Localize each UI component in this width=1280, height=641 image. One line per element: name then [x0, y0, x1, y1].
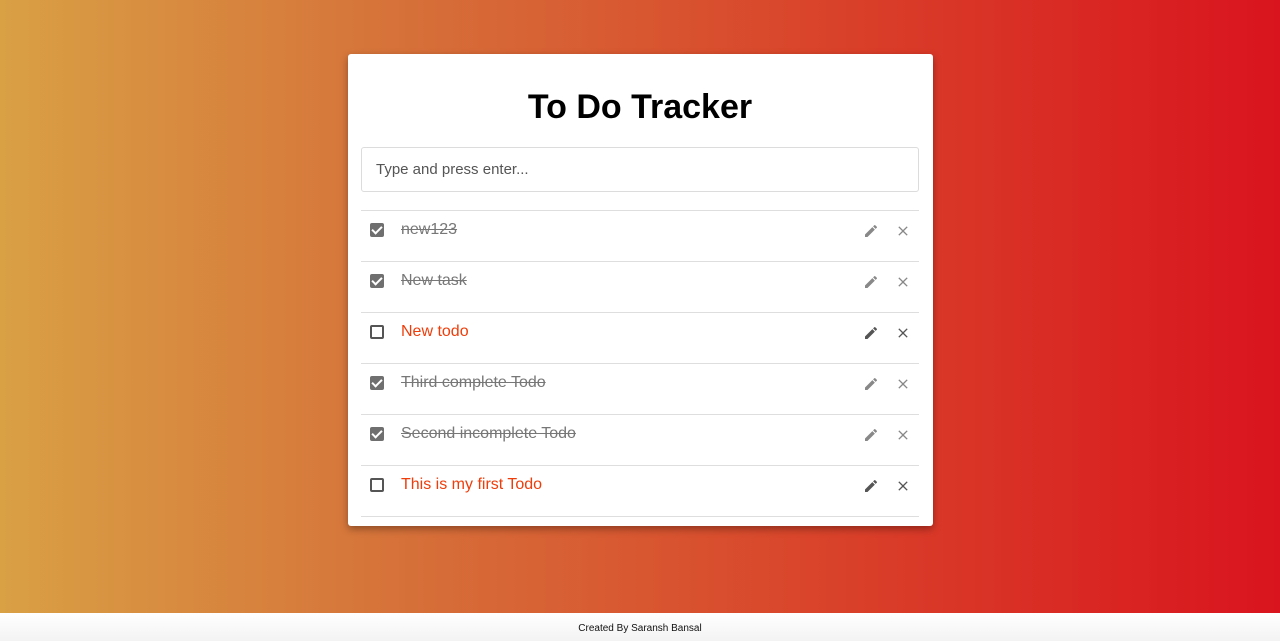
- todo-item: Second incomplete Todo: [361, 415, 919, 466]
- todo-item: New task: [361, 262, 919, 313]
- close-icon[interactable]: [895, 478, 911, 494]
- close-icon[interactable]: [895, 274, 911, 290]
- todo-item: new123: [361, 211, 919, 262]
- todo-card: To Do Tracker new123 New task New todo: [348, 54, 933, 526]
- todo-checkbox[interactable]: [370, 478, 384, 492]
- todo-list: new123 New task New todo Third complete …: [361, 210, 919, 517]
- close-icon[interactable]: [895, 427, 911, 443]
- todo-item: New todo: [361, 313, 919, 364]
- todo-item: This is my first Todo: [361, 466, 919, 517]
- pencil-icon[interactable]: [863, 376, 879, 392]
- footer-credit: Created By Saransh Bansal: [0, 613, 1280, 641]
- pencil-icon[interactable]: [863, 325, 879, 341]
- todo-text[interactable]: New task: [401, 272, 467, 290]
- close-icon[interactable]: [895, 325, 911, 341]
- pencil-icon[interactable]: [863, 427, 879, 443]
- new-todo-input[interactable]: [361, 147, 919, 192]
- todo-checkbox[interactable]: [370, 325, 384, 339]
- pencil-icon[interactable]: [863, 478, 879, 494]
- todo-text[interactable]: Second incomplete Todo: [401, 425, 576, 443]
- close-icon[interactable]: [895, 223, 911, 239]
- todo-checkbox[interactable]: [370, 376, 384, 390]
- close-icon[interactable]: [895, 376, 911, 392]
- todo-checkbox[interactable]: [370, 223, 384, 237]
- pencil-icon[interactable]: [863, 274, 879, 290]
- todo-text[interactable]: new123: [401, 221, 457, 239]
- todo-checkbox[interactable]: [370, 274, 384, 288]
- page: To Do Tracker new123 New task New todo: [0, 0, 1280, 641]
- todo-checkbox[interactable]: [370, 427, 384, 441]
- pencil-icon[interactable]: [863, 223, 879, 239]
- page-title: To Do Tracker: [527, 88, 753, 126]
- todo-item: Third complete Todo: [361, 364, 919, 415]
- todo-text[interactable]: This is my first Todo: [401, 476, 542, 494]
- todo-text[interactable]: New todo: [401, 323, 469, 341]
- todo-text[interactable]: Third complete Todo: [401, 374, 546, 392]
